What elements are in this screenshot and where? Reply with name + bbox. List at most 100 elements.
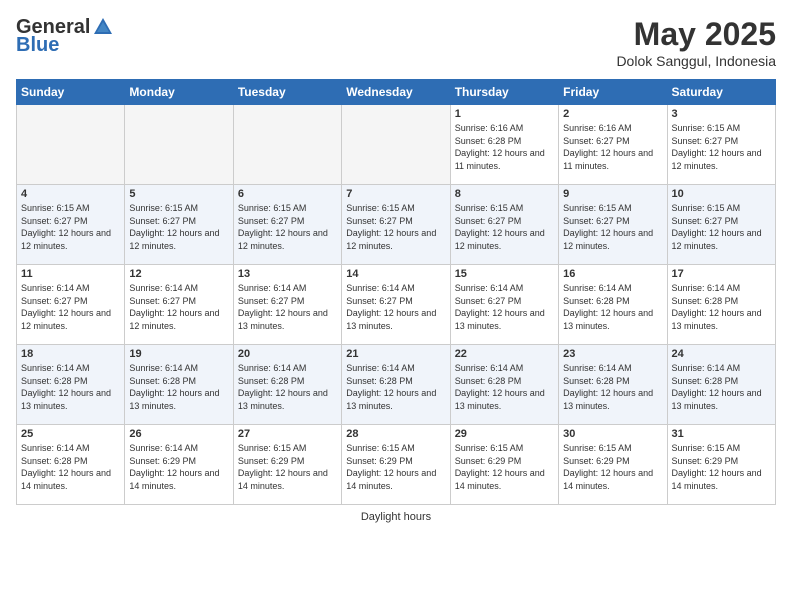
calendar-cell: 25 Sunrise: 6:14 AMSunset: 6:28 PMDayligh… [17, 425, 125, 505]
day-number: 23 [563, 348, 662, 360]
calendar-cell: 6Sunrise: 6:15 AMSunset: 6:27 PMDaylight… [233, 185, 341, 265]
calendar-cell: 4 Sunrise: 6:15 AMSunset: 6:27 PMDaylight… [17, 185, 125, 265]
day-info: Sunrise: 6:15 AMSunset: 6:29 PMDaylight:… [238, 442, 337, 492]
title-section: May 2025 Dolok Sanggul, Indonesia [616, 16, 776, 69]
logo-text: General Blue [16, 16, 114, 56]
day-info: Sunrise: 6:14 AMSunset: 6:28 PMDaylight:… [563, 282, 662, 332]
day-number: 17 [672, 268, 771, 280]
page: General Blue May 2025 Dolok Sanggul, Ind… [0, 0, 792, 612]
day-info: Sunrise: 6:15 AMSunset: 6:27 PMDaylight:… [563, 202, 662, 252]
day-number: 14 [346, 268, 445, 280]
calendar-cell: 22Sunrise: 6:14 AMSunset: 6:28 PMDayligh… [450, 345, 558, 425]
calendar-week-row: 18 Sunrise: 6:14 AMSunset: 6:28 PMDayligh… [17, 345, 776, 425]
day-info: Sunrise: 6:15 AMSunset: 6:27 PMDaylight:… [455, 202, 554, 252]
day-info: Sunrise: 6:15 AMSunset: 6:27 PMDaylight:… [672, 122, 771, 172]
calendar-header-row: SundayMondayTuesdayWednesdayThursdayFrid… [17, 80, 776, 105]
calendar-cell: 12 Sunrise: 6:14 AMSunset: 6:27 PMDayligh… [125, 265, 233, 345]
day-number: 7 [346, 188, 445, 200]
calendar-cell: 3 Sunrise: 6:15 AMSunset: 6:27 PMDaylight… [667, 105, 775, 185]
col-header-friday: Friday [559, 80, 667, 105]
day-info: Sunrise: 6:14 AMSunset: 6:28 PMDaylight:… [129, 362, 228, 412]
day-number: 6 [238, 188, 337, 200]
calendar-cell: 5 Sunrise: 6:15 AMSunset: 6:27 PMDaylight… [125, 185, 233, 265]
calendar-week-row: 4 Sunrise: 6:15 AMSunset: 6:27 PMDaylight… [17, 185, 776, 265]
calendar-cell: 2 Sunrise: 6:16 AMSunset: 6:27 PMDaylight… [559, 105, 667, 185]
day-number: 5 [129, 188, 228, 200]
day-number: 9 [563, 188, 662, 200]
calendar-cell: 9 Sunrise: 6:15 AMSunset: 6:27 PMDaylight… [559, 185, 667, 265]
day-number: 30 [563, 428, 662, 440]
calendar-cell: 13 Sunrise: 6:14 AMSunset: 6:27 PMDayligh… [233, 265, 341, 345]
day-info: Sunrise: 6:16 AMSunset: 6:27 PMDaylight:… [563, 122, 662, 172]
day-number: 20 [238, 348, 337, 360]
calendar-cell: 10 Sunrise: 6:15 AMSunset: 6:27 PMDayligh… [667, 185, 775, 265]
day-info: Sunrise: 6:14 AMSunset: 6:28 PMDaylight:… [21, 442, 120, 492]
day-info: Sunrise: 6:14 AMSunset: 6:27 PMDaylight:… [21, 282, 120, 332]
calendar-cell: 16 Sunrise: 6:14 AMSunset: 6:28 PMDayligh… [559, 265, 667, 345]
day-number: 12 [129, 268, 228, 280]
col-header-sunday: Sunday [17, 80, 125, 105]
calendar: SundayMondayTuesdayWednesdayThursdayFrid… [16, 79, 776, 505]
day-number: 1 [455, 108, 554, 120]
day-info: Sunrise: 6:14 AMSunset: 6:27 PMDaylight:… [129, 282, 228, 332]
daylight-label: Daylight hours [361, 511, 431, 523]
day-info: Sunrise: 6:14 AMSunset: 6:27 PMDaylight:… [238, 282, 337, 332]
calendar-cell: 27 Sunrise: 6:15 AMSunset: 6:29 PMDayligh… [233, 425, 341, 505]
calendar-cell: 20 Sunrise: 6:14 AMSunset: 6:28 PMDayligh… [233, 345, 341, 425]
logo: General Blue [16, 16, 114, 56]
day-info: Sunrise: 6:15 AMSunset: 6:29 PMDaylight:… [455, 442, 554, 492]
day-number: 26 [129, 428, 228, 440]
calendar-cell: 19 Sunrise: 6:14 AMSunset: 6:28 PMDayligh… [125, 345, 233, 425]
calendar-cell: 28 Sunrise: 6:15 AMSunset: 6:29 PMDayligh… [342, 425, 450, 505]
day-number: 27 [238, 428, 337, 440]
calendar-cell: 23Sunrise: 6:14 AMSunset: 6:28 PMDayligh… [559, 345, 667, 425]
day-info: Sunrise: 6:14 AMSunset: 6:28 PMDaylight:… [238, 362, 337, 412]
day-info: Sunrise: 6:14 AMSunset: 6:28 PMDaylight:… [455, 362, 554, 412]
month-title: May 2025 [616, 16, 776, 53]
day-number: 25 [21, 428, 120, 440]
col-header-monday: Monday [125, 80, 233, 105]
calendar-cell: 7 Sunrise: 6:15 AMSunset: 6:27 PMDaylight… [342, 185, 450, 265]
day-info: Sunrise: 6:15 AMSunset: 6:29 PMDaylight:… [346, 442, 445, 492]
calendar-cell: 18 Sunrise: 6:14 AMSunset: 6:28 PMDayligh… [17, 345, 125, 425]
calendar-cell: 31 Sunrise: 6:15 AMSunset: 6:29 PMDayligh… [667, 425, 775, 505]
calendar-week-row: 1Sunrise: 6:16 AMSunset: 6:28 PMDaylight… [17, 105, 776, 185]
day-number: 13 [238, 268, 337, 280]
day-number: 24 [672, 348, 771, 360]
day-info: Sunrise: 6:14 AMSunset: 6:28 PMDaylight:… [21, 362, 120, 412]
day-info: Sunrise: 6:14 AMSunset: 6:28 PMDaylight:… [672, 282, 771, 332]
day-info: Sunrise: 6:15 AMSunset: 6:29 PMDaylight:… [563, 442, 662, 492]
day-info: Sunrise: 6:15 AMSunset: 6:27 PMDaylight:… [346, 202, 445, 252]
day-info: Sunrise: 6:15 AMSunset: 6:27 PMDaylight:… [672, 202, 771, 252]
calendar-cell: 1Sunrise: 6:16 AMSunset: 6:28 PMDaylight… [450, 105, 558, 185]
day-number: 15 [455, 268, 554, 280]
calendar-cell [17, 105, 125, 185]
day-number: 29 [455, 428, 554, 440]
day-number: 4 [21, 188, 120, 200]
col-header-saturday: Saturday [667, 80, 775, 105]
day-number: 3 [672, 108, 771, 120]
day-number: 19 [129, 348, 228, 360]
calendar-cell [125, 105, 233, 185]
calendar-cell: 8Sunrise: 6:15 AMSunset: 6:27 PMDaylight… [450, 185, 558, 265]
calendar-cell: 21Sunrise: 6:14 AMSunset: 6:28 PMDayligh… [342, 345, 450, 425]
footer: Daylight hours [16, 511, 776, 523]
calendar-cell: 11Sunrise: 6:14 AMSunset: 6:27 PMDayligh… [17, 265, 125, 345]
day-info: Sunrise: 6:14 AMSunset: 6:28 PMDaylight:… [672, 362, 771, 412]
day-info: Sunrise: 6:15 AMSunset: 6:27 PMDaylight:… [21, 202, 120, 252]
day-info: Sunrise: 6:15 AMSunset: 6:29 PMDaylight:… [672, 442, 771, 492]
day-number: 31 [672, 428, 771, 440]
day-number: 10 [672, 188, 771, 200]
day-number: 16 [563, 268, 662, 280]
day-number: 18 [21, 348, 120, 360]
calendar-cell: 17 Sunrise: 6:14 AMSunset: 6:28 PMDayligh… [667, 265, 775, 345]
calendar-cell: 26Sunrise: 6:14 AMSunset: 6:29 PMDayligh… [125, 425, 233, 505]
day-info: Sunrise: 6:15 AMSunset: 6:27 PMDaylight:… [129, 202, 228, 252]
day-number: 2 [563, 108, 662, 120]
calendar-cell: 14Sunrise: 6:14 AMSunset: 6:27 PMDayligh… [342, 265, 450, 345]
day-info: Sunrise: 6:14 AMSunset: 6:28 PMDaylight:… [346, 362, 445, 412]
day-number: 28 [346, 428, 445, 440]
calendar-cell [342, 105, 450, 185]
calendar-cell: 29 Sunrise: 6:15 AMSunset: 6:29 PMDayligh… [450, 425, 558, 505]
calendar-week-row: 11Sunrise: 6:14 AMSunset: 6:27 PMDayligh… [17, 265, 776, 345]
